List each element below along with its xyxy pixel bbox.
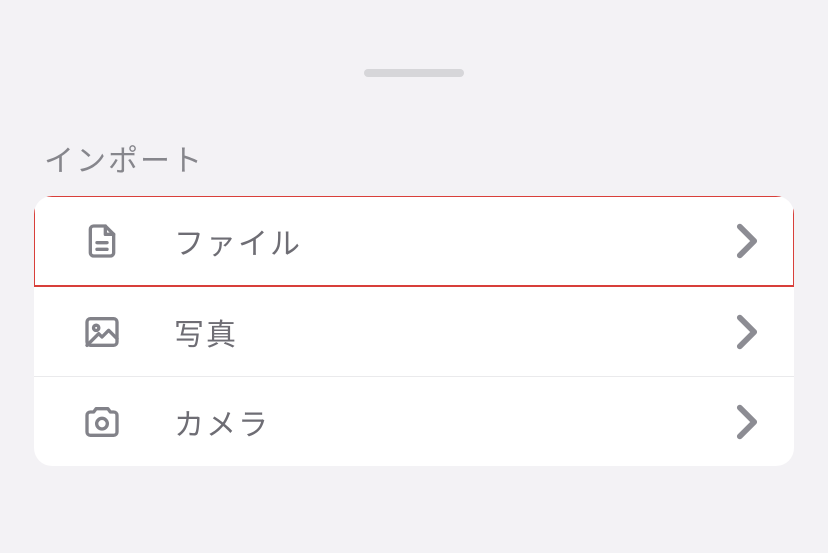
chevron-right-icon: [736, 404, 758, 440]
import-list: ファイル 写真 カメラ: [34, 196, 794, 466]
photo-icon: [78, 308, 126, 356]
list-item-camera[interactable]: カメラ: [34, 376, 794, 466]
sheet-handle-area: [0, 58, 828, 88]
list-item-label: 写真: [174, 310, 736, 354]
section-title: インポート: [0, 88, 828, 196]
chevron-right-icon: [736, 223, 758, 259]
list-item-file[interactable]: ファイル: [34, 196, 794, 286]
list-item-label: ファイル: [174, 219, 736, 263]
file-text-icon: [78, 217, 126, 265]
camera-icon: [78, 398, 126, 446]
chevron-right-icon: [736, 314, 758, 350]
sheet-handle[interactable]: [364, 69, 464, 77]
list-item-label: カメラ: [174, 400, 736, 444]
list-item-photo[interactable]: 写真: [34, 286, 794, 376]
top-spacer: [0, 0, 828, 58]
